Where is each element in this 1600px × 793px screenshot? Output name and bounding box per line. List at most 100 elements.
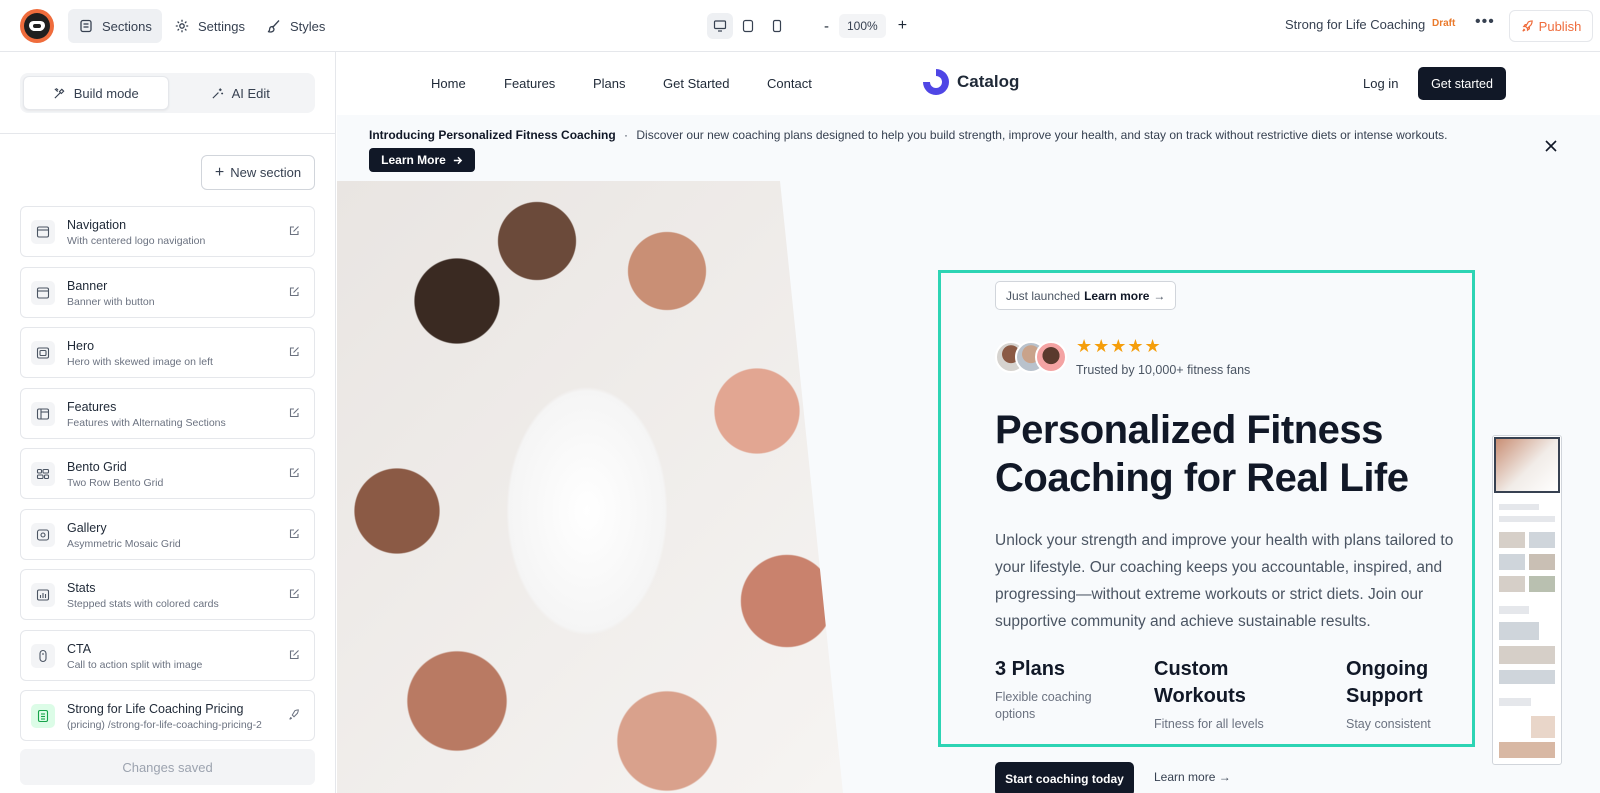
section-subtitle: Banner with button <box>67 295 155 308</box>
divider <box>0 133 336 134</box>
publish-button[interactable]: Publish <box>1509 10 1593 42</box>
pricing-section-icon <box>31 704 55 728</box>
section-item-pricing[interactable]: Strong for Life Coaching Pricing (pricin… <box>20 690 315 741</box>
site-brand[interactable]: Catalog <box>923 69 1019 95</box>
stat-item: 3 Plans Flexible coaching options <box>995 656 1135 723</box>
zoom-in-button[interactable]: + <box>898 17 907 35</box>
plus-icon: + <box>214 163 225 181</box>
desktop-view-button[interactable] <box>707 13 733 39</box>
section-title: Banner <box>67 278 108 293</box>
section-subtitle: (pricing) /strong-for-life-coaching-pric… <box>67 719 262 731</box>
minimap-viewport[interactable] <box>1494 437 1560 493</box>
tablet-view-button[interactable] <box>735 13 761 39</box>
edit-icon[interactable] <box>288 346 300 358</box>
section-subtitle: Asymmetric Mosaic Grid <box>67 537 181 550</box>
project-name: Strong for Life Coaching <box>1285 17 1426 32</box>
tab-sections-label: Sections <box>102 18 152 34</box>
section-item-gallery[interactable]: Gallery Asymmetric Mosaic Grid <box>20 508 315 560</box>
login-link[interactable]: Log in <box>1363 76 1398 91</box>
navigation-section-icon <box>31 220 55 244</box>
edit-icon[interactable] <box>288 528 300 540</box>
tab-styles-label: Styles <box>290 18 326 34</box>
stat-item: Custom Workouts Fitness for all levels <box>1154 656 1284 733</box>
tab-sections[interactable]: Sections <box>68 9 162 43</box>
publish-label: Publish <box>1538 18 1582 34</box>
section-list: Navigation With centered logo navigation… <box>20 206 315 751</box>
zoom-out-button[interactable]: - <box>824 18 829 35</box>
mobile-view-button[interactable] <box>764 13 790 39</box>
rating-stars: ★★★★★ <box>1076 336 1162 356</box>
edit-icon[interactable] <box>288 225 300 237</box>
build-mode-tab[interactable]: Build mode <box>23 76 169 110</box>
desktop-icon <box>713 20 727 32</box>
gear-icon <box>175 19 189 33</box>
edit-icon[interactable] <box>288 407 300 419</box>
gallery-section-icon <box>31 522 55 547</box>
app-logo[interactable] <box>20 9 54 43</box>
section-item-bento-grid[interactable]: Bento Grid Two Row Bento Grid <box>20 448 315 499</box>
section-item-navigation[interactable]: Navigation With centered logo navigation <box>20 206 315 257</box>
get-started-button[interactable]: Get started <box>1418 67 1506 100</box>
mode-switcher: Build mode AI Edit <box>20 73 315 113</box>
start-coaching-button[interactable]: Start coaching today <box>995 762 1134 793</box>
tab-settings[interactable]: Settings <box>164 9 255 43</box>
page-preview[interactable]: Home Features Plans Get Started Contact … <box>337 52 1600 793</box>
zoom-level[interactable]: 100% <box>839 14 886 38</box>
section-title: Features <box>67 399 117 414</box>
edit-icon[interactable] <box>288 286 300 298</box>
section-title: Gallery <box>67 520 107 535</box>
announcement-pill[interactable]: Just launched Learn more → <box>995 281 1177 310</box>
stat-title: Custom Workouts <box>1154 658 1246 707</box>
edit-icon[interactable] <box>288 467 300 479</box>
minimap-block <box>1499 742 1555 758</box>
banner-text: Introducing Personalized Fitness Coachin… <box>369 128 1448 142</box>
rocket-icon[interactable] <box>288 709 300 721</box>
close-icon[interactable] <box>1542 137 1560 155</box>
nav-link-plans[interactable]: Plans <box>593 76 626 91</box>
zoom-control: - 100% + <box>824 13 907 39</box>
section-subtitle: Stepped stats with colored cards <box>67 598 219 610</box>
nav-link-get-started[interactable]: Get Started <box>663 76 729 91</box>
section-title: Strong for Life Coaching Pricing <box>67 702 244 716</box>
nav-link-home[interactable]: Home <box>431 76 466 91</box>
avatar <box>1035 341 1067 373</box>
learn-more-link[interactable]: Learn more → <box>1154 770 1231 784</box>
mobile-icon <box>772 19 782 33</box>
new-section-button[interactable]: + New section <box>201 155 315 190</box>
section-subtitle: Call to action split with image <box>67 658 203 671</box>
tools-icon <box>54 87 65 99</box>
section-item-cta[interactable]: CTA Call to action split with image <box>20 629 315 681</box>
section-item-features[interactable]: Features Features with Alternating Secti… <box>20 387 315 439</box>
banner-button-label: Learn More <box>381 153 446 167</box>
nav-link-features[interactable]: Features <box>504 76 555 91</box>
section-title: Bento Grid <box>67 460 127 474</box>
ai-edit-tab[interactable]: AI Edit <box>169 76 313 110</box>
minimap-block <box>1529 532 1555 548</box>
stat-subtitle: Stay consistent <box>1346 717 1431 731</box>
stat-title: Ongoing Support <box>1346 658 1429 707</box>
minimap-block <box>1499 606 1529 614</box>
status-badge: Draft <box>1432 18 1456 29</box>
tab-styles[interactable]: Styles <box>256 9 335 43</box>
sparkle-wand-icon <box>212 87 223 99</box>
minimap-block <box>1499 646 1555 664</box>
sections-sidebar: Build mode AI Edit + New section Navigat… <box>0 52 336 793</box>
save-status: Changes saved <box>20 749 315 785</box>
edit-icon[interactable] <box>288 588 300 600</box>
more-menu-button[interactable]: ••• <box>1475 13 1495 31</box>
minimap-block <box>1499 622 1539 640</box>
minimap-block <box>1531 716 1555 738</box>
section-item-stats[interactable]: Stats Stepped stats with colored cards <box>20 569 315 620</box>
section-item-banner[interactable]: Banner Banner with button <box>20 266 315 318</box>
stat-item: Ongoing Support Stay consistent <box>1346 656 1456 733</box>
section-title: Navigation <box>67 218 127 232</box>
section-title: CTA <box>67 641 92 656</box>
section-title: Hero <box>67 339 95 353</box>
minimap-block <box>1499 532 1525 548</box>
section-item-hero[interactable]: Hero Hero with skewed image on left <box>20 327 315 378</box>
edit-icon[interactable] <box>288 649 300 661</box>
nav-link-contact[interactable]: Contact <box>767 76 812 91</box>
banner-learn-more-button[interactable]: Learn More <box>369 148 475 172</box>
hero-description: Unlock your strength and improve your he… <box>995 532 1454 630</box>
page-minimap[interactable] <box>1492 435 1562 765</box>
